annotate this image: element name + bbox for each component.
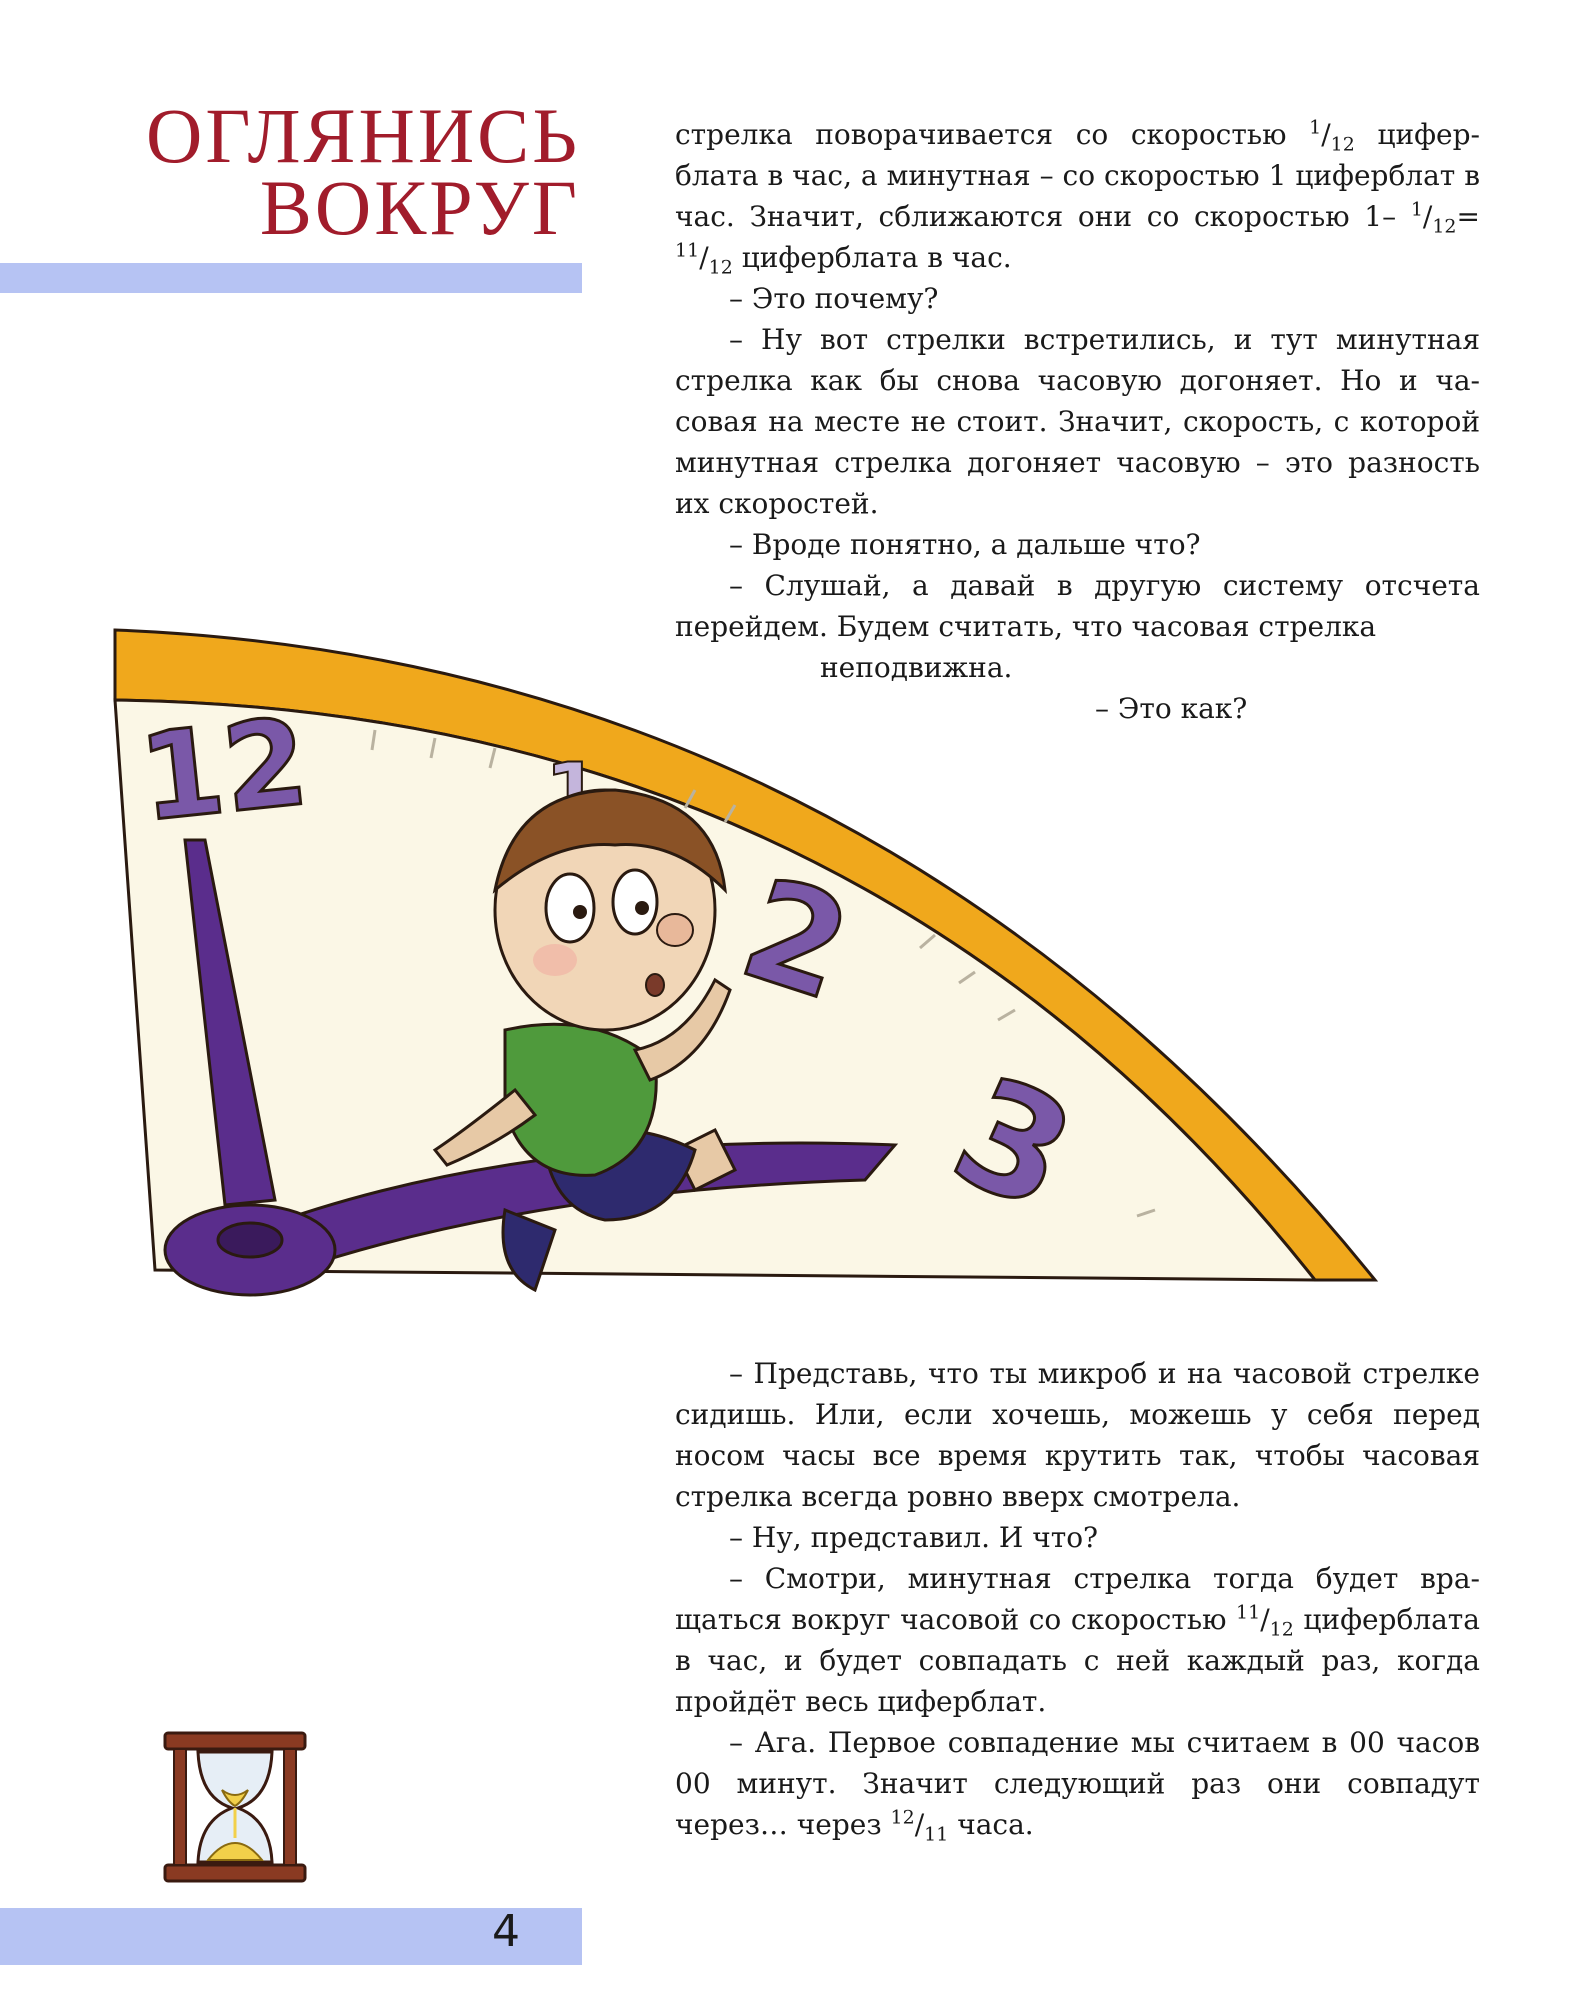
paragraph: – Ну, представил. И что? xyxy=(729,1521,1099,1554)
numeral-12: 12 xyxy=(134,693,315,849)
title-line-1: ОГЛЯНИСЬ xyxy=(146,92,580,179)
clock-illustration: 12 1 2 3 xyxy=(113,628,1379,1297)
page-number: 4 xyxy=(492,1906,520,1957)
paragraph: стрелка поворачивается со скоростью 1/12… xyxy=(675,116,1481,279)
paragraph: – Ну вот стрелки встретились, и тут мину… xyxy=(675,323,1480,520)
paragraph: – Представь, что ты микроб и на часовой … xyxy=(675,1357,1480,1513)
page-title: ОГЛЯНИСЬ ВОКРУГ xyxy=(60,92,580,251)
text-column-bottom: – Представь, что ты микроб и на часовой … xyxy=(675,1353,1480,1845)
paragraph: – Ага. Первое совпадение мы считаем в 00… xyxy=(675,1726,1480,1846)
paragraph: – Смотри, минутная стрелка тогда будет в… xyxy=(675,1562,1480,1718)
paragraph: – Вроде понятно, а дальше что? xyxy=(729,528,1201,561)
hourglass-icon xyxy=(163,1731,307,1883)
title-line-2: ВОКРУГ xyxy=(259,164,580,251)
header-band xyxy=(0,263,582,293)
paragraph: – Это почему? xyxy=(729,282,939,315)
